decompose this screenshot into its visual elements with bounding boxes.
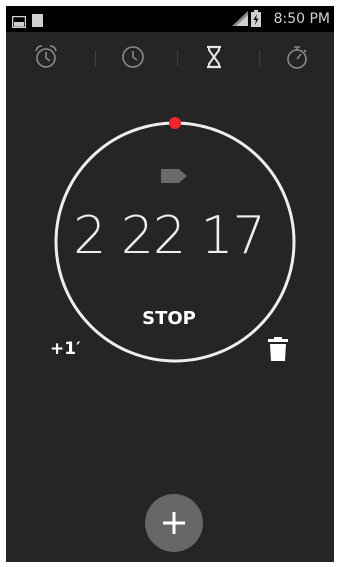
progress-marker xyxy=(169,117,181,129)
add-one-minute-button[interactable]: +1′ xyxy=(50,336,94,362)
timer-display: 2 22 17 xyxy=(73,206,265,266)
label-tag-icon[interactable] xyxy=(161,168,187,187)
trash-icon[interactable] xyxy=(267,336,289,366)
timer-ring xyxy=(54,117,296,363)
add-timer-button[interactable] xyxy=(145,494,203,552)
stop-button[interactable]: STOP xyxy=(129,304,209,334)
